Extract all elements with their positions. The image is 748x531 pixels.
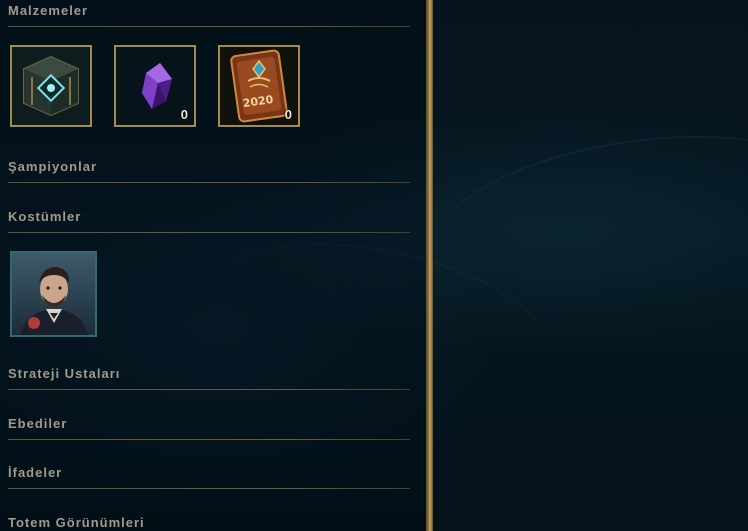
material-item-hextech-chest[interactable] (10, 45, 92, 127)
item-count: 0 (284, 107, 292, 122)
item-detail-panel (433, 0, 748, 531)
section-champions: Şampiyonlar (8, 159, 410, 183)
inventory-list-panel[interactable]: Malzemeler 0 2020 0 Şampiyonlar Kostümle… (0, 0, 426, 531)
section-divider (8, 26, 410, 27)
section-divider (8, 389, 410, 390)
section-title-wards: Totem Görünümleri (8, 515, 145, 530)
section-divider (8, 232, 410, 233)
section-divider (8, 488, 410, 489)
skin-item[interactable] (10, 251, 97, 337)
section-emotes: İfadeler (8, 465, 410, 489)
section-title-eternals: Ebediler (8, 416, 68, 431)
section-wards: Totem Görünümleri (8, 515, 410, 531)
champion-skin-portrait (12, 253, 95, 335)
hextech-chest-icon (12, 47, 90, 125)
section-title-champions: Şampiyonlar (8, 159, 98, 174)
section-divider (8, 182, 410, 183)
section-skins: Kostümler (8, 209, 410, 233)
item-count: 0 (180, 107, 188, 122)
section-title-emotes: İfadeler (8, 465, 63, 480)
section-title-skins: Kostümler (8, 209, 82, 224)
section-materials: Malzemeler (8, 3, 410, 27)
section-title-tactics: Strateji Ustaları (8, 366, 121, 381)
material-item-event-token[interactable]: 2020 0 (218, 45, 300, 127)
section-divider (8, 439, 410, 440)
section-tactics: Strateji Ustaları (8, 366, 410, 390)
loot-inventory-view: Malzemeler 0 2020 0 Şampiyonlar Kostümle… (0, 0, 748, 531)
panel-divider (426, 0, 433, 531)
material-item-gem[interactable]: 0 (114, 45, 196, 127)
section-title-materials: Malzemeler (8, 3, 89, 18)
section-eternals: Ebediler (8, 416, 410, 440)
